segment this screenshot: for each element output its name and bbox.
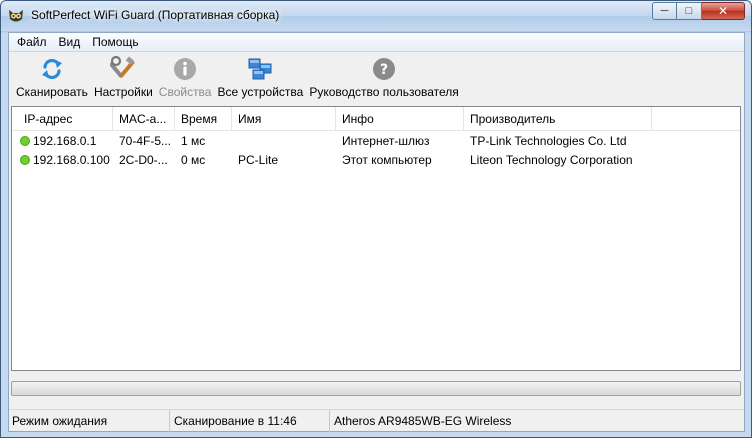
vendor-cell: Liteon Technology Corporation [470, 153, 633, 167]
online-status-icon [20, 155, 30, 165]
client-area: Файл Вид Помощь Сканировать Настройки Св… [8, 32, 745, 432]
toolbar: Сканировать Настройки Свойства Все устро… [9, 53, 744, 103]
user-manual-label: Руководство пользователя [309, 85, 459, 99]
minimize-icon: ─ [660, 5, 669, 17]
title-bar[interactable]: SoftPerfect WiFi Guard (Портативная сбор… [1, 1, 751, 31]
column-time[interactable]: Время [175, 107, 232, 131]
properties-label: Свойства [158, 85, 212, 99]
mac-cell: 70-4F-5... [119, 134, 172, 148]
close-icon: ✕ [717, 4, 729, 18]
caption-buttons: ─ □ ✕ [652, 2, 745, 20]
help-icon: ? [371, 56, 397, 82]
column-mac[interactable]: MAC-а... [113, 107, 175, 131]
name-cell: PC-Lite [238, 153, 279, 167]
menu-file[interactable]: Файл [11, 33, 53, 52]
info-cell: Этот компьютер [342, 153, 432, 167]
refresh-icon [39, 56, 65, 82]
online-status-icon [20, 136, 30, 146]
app-window: SoftPerfect WiFi Guard (Портативная сбор… [0, 0, 752, 438]
settings-label: Настройки [93, 85, 153, 99]
user-manual-button[interactable]: ? Руководство пользователя [306, 56, 461, 99]
table-row[interactable]: 192.168.0.1 70-4F-5... 1 мс Интернет-шлю… [12, 132, 740, 151]
minimize-button[interactable]: ─ [652, 2, 677, 20]
ip-value: 192.168.0.100 [33, 153, 110, 167]
column-name[interactable]: Имя [232, 107, 336, 131]
column-vendor[interactable]: Производитель [464, 107, 652, 131]
device-list-header: IP-адрес MAC-а... Время Имя Инфо Произво… [12, 107, 740, 131]
network-devices-icon [247, 56, 273, 82]
svg-text:?: ? [380, 62, 388, 78]
column-info[interactable]: Инфо [336, 107, 464, 131]
mac-cell: 2C-D0-... [119, 153, 168, 167]
maximize-icon: □ [685, 5, 693, 17]
all-devices-label: Все устройства [217, 85, 304, 99]
menu-view[interactable]: Вид [53, 33, 87, 52]
window-title: SoftPerfect WiFi Guard (Портативная сбор… [31, 8, 280, 22]
ip-cell: 192.168.0.100 [18, 151, 113, 170]
vendor-cell: TP-Link Technologies Co. Ltd [470, 134, 627, 148]
ip-cell: 192.168.0.1 [18, 132, 113, 151]
time-cell: 1 мс [181, 134, 206, 148]
status-last-scan: Сканирование в 11:46 [170, 410, 330, 432]
column-ip[interactable]: IP-адрес [18, 107, 113, 131]
ip-value: 192.168.0.1 [33, 134, 97, 148]
menu-help[interactable]: Помощь [86, 33, 144, 52]
name-cell [232, 132, 336, 151]
menu-bar: Файл Вид Помощь [9, 33, 744, 52]
settings-button[interactable]: Настройки [91, 56, 156, 99]
status-adapter: Atheros AR9485WB-EG Wireless [334, 414, 512, 428]
info-icon [172, 56, 198, 82]
all-devices-button[interactable]: Все устройства [214, 56, 306, 99]
table-row[interactable]: 192.168.0.100 2C-D0-... 0 мс PC-Lite Это… [12, 151, 740, 170]
owl-app-icon [9, 10, 23, 22]
info-cell: Интернет-шлюз [342, 134, 430, 148]
device-list[interactable]: IP-адрес MAC-а... Время Имя Инфо Произво… [11, 106, 741, 371]
status-state: Режим ожидания [9, 410, 170, 432]
scan-label: Сканировать [16, 85, 88, 99]
properties-button[interactable]: Свойства [156, 56, 215, 99]
maximize-button[interactable]: □ [677, 2, 702, 20]
scan-button[interactable]: Сканировать [13, 56, 91, 99]
time-cell: 0 мс [181, 153, 206, 167]
status-bar: Режим ожидания Сканирование в 11:46 Athe… [9, 409, 744, 432]
close-button[interactable]: ✕ [702, 2, 745, 20]
scan-progress-bar [11, 381, 741, 396]
tools-icon [110, 56, 136, 82]
